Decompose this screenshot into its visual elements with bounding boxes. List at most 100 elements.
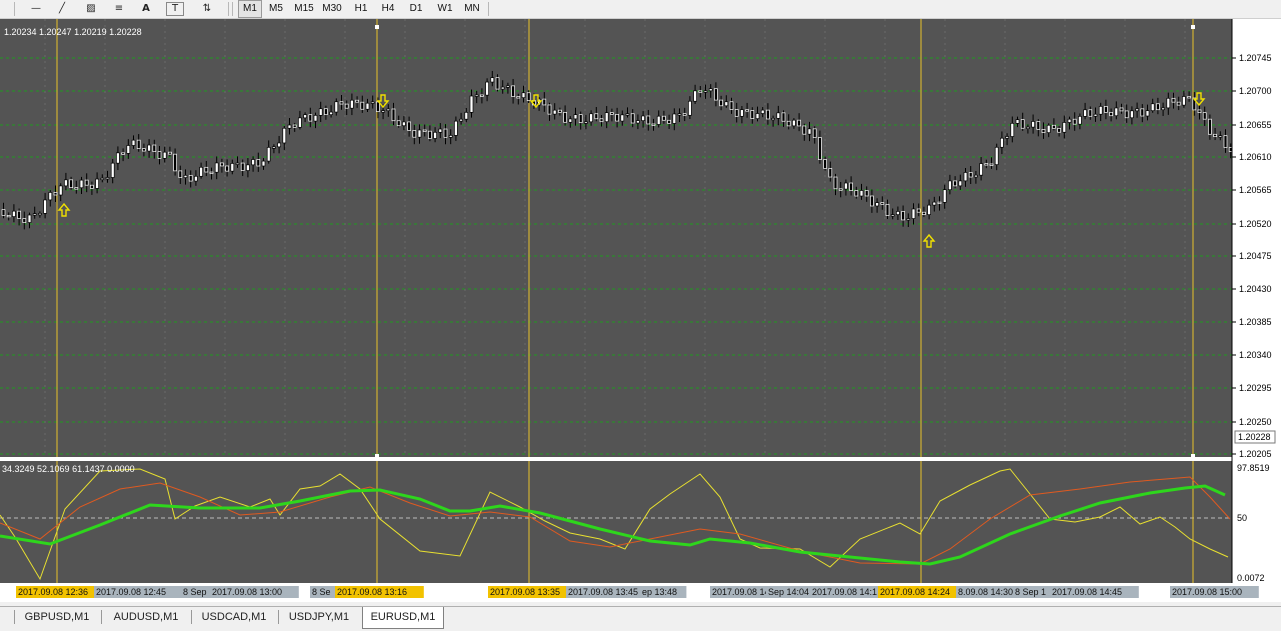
candle-body (204, 166, 209, 173)
candle-body (454, 120, 458, 136)
candle-body (381, 110, 385, 113)
candle-body (942, 189, 947, 203)
candle-body (339, 101, 344, 105)
candle-body (272, 146, 276, 149)
candle-body (916, 208, 921, 213)
candle-body (131, 139, 136, 146)
candle-body (1098, 106, 1103, 115)
candle-body (511, 85, 515, 97)
text-icon[interactable]: A (138, 0, 154, 18)
horizontal-line-icon[interactable]: — (28, 0, 44, 18)
candle-body (911, 208, 916, 219)
candle-body (968, 172, 973, 178)
candle-body (261, 160, 266, 167)
candle-body (157, 151, 162, 159)
tab-divider (14, 610, 15, 624)
candle-body (994, 146, 999, 165)
candle-body (963, 172, 968, 182)
time-axis-labels: 2017.09.08 12:36 2017.09.08 12:45 8 Sep 201… (16, 586, 1259, 598)
line-handle (375, 25, 379, 29)
candle-body (469, 95, 474, 113)
candle-body (334, 101, 339, 113)
candle-body (516, 96, 521, 99)
timeframe-m5-button[interactable]: M5 (264, 1, 288, 17)
candle-body (391, 108, 396, 122)
candle-body (38, 213, 42, 216)
time-axis-label: 2017.09.08 12:45 (96, 587, 166, 597)
candle-body (901, 211, 905, 221)
candle-body (927, 204, 931, 215)
candle-body (750, 110, 755, 119)
candle-body (1150, 103, 1155, 112)
candle-body (1114, 107, 1119, 117)
tab-gbpusd[interactable]: GBPUSD,M1 (18, 607, 96, 627)
candle-body (714, 88, 718, 101)
candle-body (672, 113, 677, 124)
time-axis-label: 8 Sep 1 (1015, 587, 1046, 597)
candle-body (266, 147, 271, 162)
candle-body (1202, 112, 1207, 120)
price-scale[interactable] (1232, 19, 1281, 583)
candle-body (147, 144, 151, 152)
tab-audusd[interactable]: AUDUSD,M1 (106, 607, 186, 627)
candle-body (1197, 109, 1202, 114)
price-tick-label: 1.20655 (1239, 120, 1272, 130)
price-tick-label: 1.20250 (1239, 417, 1272, 427)
timeframe-m1-button[interactable]: M1 (238, 0, 262, 18)
price-tick-label: 1.20475 (1239, 251, 1272, 261)
time-axis-label: 2017.09.08 15:00 (1172, 587, 1242, 597)
tab-usdcad[interactable]: USDCAD,M1 (195, 607, 273, 627)
candle-body (719, 99, 723, 107)
candle-body (121, 152, 125, 155)
tab-eurusd[interactable]: EURUSD,M1 (362, 607, 444, 629)
candle-body (235, 162, 240, 165)
timeframe-mn-button[interactable]: MN (460, 1, 484, 17)
candle-body (922, 211, 926, 215)
candle-body (584, 121, 588, 124)
arrows-icon[interactable]: ⇅ (194, 0, 220, 18)
candle-body (69, 179, 73, 189)
candle-body (105, 177, 110, 180)
candle-body (376, 101, 380, 112)
timeframe-d1-button[interactable]: D1 (405, 1, 427, 17)
candle-body (906, 218, 911, 221)
candle-body (12, 210, 16, 217)
chart-window[interactable]: 1.20745 1.20700 1.20655 1.20610 1.20565 1.205… (0, 19, 1281, 602)
candle-body (214, 162, 219, 173)
candle-body (771, 117, 775, 121)
candle-body (542, 98, 547, 106)
time-axis-label: 8.09.08 14:30 (958, 587, 1013, 597)
timeframe-h1-button[interactable]: H1 (350, 1, 372, 17)
candle-body (251, 159, 255, 166)
candle-body (604, 112, 609, 123)
chart-canvas[interactable]: 1.20745 1.20700 1.20655 1.20610 1.20565 1.205… (0, 19, 1281, 602)
price-tick-label: 1.20340 (1239, 350, 1272, 360)
candle-body (610, 112, 614, 115)
candle-body (818, 137, 822, 160)
candle-body (849, 182, 853, 191)
candle-body (662, 115, 666, 121)
pane-separator[interactable] (0, 457, 1232, 461)
candle-body (656, 115, 661, 125)
candle-body (1020, 119, 1025, 129)
text-label-icon[interactable]: T (166, 2, 184, 16)
trendline-icon[interactable]: ╱ (54, 0, 70, 18)
candle-body (937, 201, 942, 204)
indicator-min-label: 0.0072 (1237, 573, 1265, 583)
candle-body (979, 163, 983, 176)
candle-body (360, 101, 365, 110)
fibonacci-icon[interactable]: ≡ (110, 0, 128, 18)
timeframe-w1-button[interactable]: W1 (433, 1, 457, 17)
timeframe-m30-button[interactable]: M30 (318, 1, 346, 17)
equidistant-channel-icon[interactable]: ▨ (82, 0, 100, 18)
timeframe-h4-button[interactable]: H4 (377, 1, 399, 17)
candle-body (225, 165, 229, 172)
candle-body (615, 113, 619, 122)
timeframe-m15-button[interactable]: M15 (290, 1, 318, 17)
tab-divider (278, 610, 279, 624)
candle-body (370, 101, 375, 104)
tab-usdjpy[interactable]: USDJPY,M1 (282, 607, 356, 627)
candle-body (1124, 110, 1129, 119)
candle-body (495, 77, 500, 90)
candle-body (880, 202, 885, 205)
